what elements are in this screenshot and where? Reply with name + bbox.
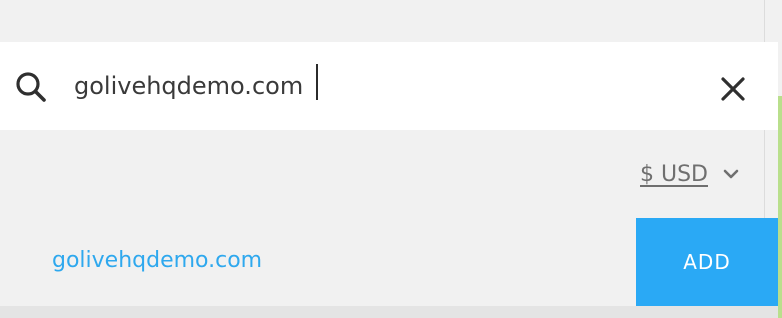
search-icon[interactable]: [12, 69, 48, 105]
currency-selector[interactable]: $ USD: [640, 158, 740, 190]
text-caret: [316, 64, 318, 100]
close-icon[interactable]: [718, 74, 748, 104]
domain-result-link[interactable]: golivehqdemo.com: [52, 246, 262, 276]
chevron-down-icon: [723, 169, 739, 179]
bottom-divider: [0, 306, 778, 318]
search-input[interactable]: [74, 64, 634, 108]
green-accent-strip: [778, 96, 782, 318]
currency-label: $ USD: [640, 161, 708, 187]
add-button[interactable]: ADD: [636, 218, 778, 306]
search-bar: [0, 42, 778, 130]
